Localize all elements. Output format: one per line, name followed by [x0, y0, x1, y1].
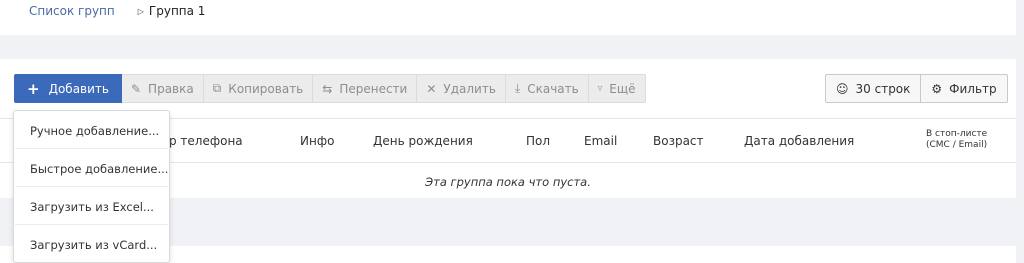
move-button[interactable]: ⇆ Перенести: [313, 74, 418, 103]
delete-button-label: Удалить: [443, 81, 496, 96]
rows-per-page-button[interactable]: ☺ 30 строк: [825, 74, 922, 103]
delete-button[interactable]: ✕ Удалить: [417, 74, 506, 103]
rows-per-page-label: 30 строк: [855, 81, 911, 96]
column-header-info[interactable]: Инфо: [300, 134, 334, 148]
close-icon: ✕: [426, 81, 437, 96]
copy-button[interactable]: ⧉ Копировать: [203, 74, 314, 103]
breadcrumb-current-group: Группа 1: [148, 4, 206, 18]
edit-button[interactable]: ✎ Правка: [121, 74, 204, 103]
pencil-icon: ✎: [130, 81, 142, 96]
toolbar: + Добавить ✎ Правка ⧉ Копировать ⇆ Перен…: [14, 74, 646, 103]
filter-button[interactable]: ⚙ Фильтр: [921, 74, 1008, 103]
add-dropdown-menu: Ручное добавление... Быстрое добавление.…: [13, 110, 170, 263]
menu-divider: [15, 186, 168, 187]
column-header-birthday[interactable]: День рождения: [373, 134, 473, 148]
user-icon: ☺: [836, 81, 849, 96]
edit-button-label: Правка: [148, 81, 194, 96]
gear-icon: ⚙: [931, 81, 943, 96]
add-button[interactable]: + Добавить: [14, 74, 122, 103]
menu-item-import-vcard[interactable]: Загрузить из vCard...: [30, 238, 157, 252]
filter-button-label: Фильтр: [949, 81, 997, 96]
add-button-label: Добавить: [48, 81, 109, 96]
plus-icon: +: [27, 79, 40, 98]
column-header-stoplist[interactable]: В стоп-листе (СМС / Email): [926, 129, 987, 151]
column-header-date-added[interactable]: Дата добавления: [744, 134, 854, 148]
download-icon: ⤓: [514, 81, 521, 95]
swap-arrows-icon: ⇆: [322, 81, 333, 96]
column-header-email[interactable]: Email: [584, 134, 617, 148]
copy-button-label: Копировать: [228, 81, 304, 96]
chevron-down-icon: ▿: [597, 83, 603, 94]
menu-divider: [15, 148, 168, 149]
stoplist-header-line2: (СМС / Email): [926, 140, 988, 150]
download-button-label: Скачать: [527, 81, 579, 96]
menu-item-quick-add[interactable]: Быстрое добавление...: [30, 162, 168, 176]
copy-icon: ⧉: [212, 81, 222, 95]
move-button-label: Перенести: [339, 81, 408, 96]
right-tools: ☺ 30 строк ⚙ Фильтр: [825, 74, 1008, 103]
breadcrumb-group-list-link[interactable]: Список групп: [29, 4, 115, 18]
column-header-age[interactable]: Возраст: [653, 134, 704, 148]
column-header-phone[interactable]: р телефона: [169, 134, 243, 148]
caret-right-icon: ▷: [137, 6, 144, 16]
breadcrumb: Список групп ▷ Группа 1: [29, 4, 205, 18]
breadcrumb-panel: Список групп ▷ Группа 1: [0, 0, 1016, 35]
more-button[interactable]: ▿ Ещё: [588, 74, 646, 103]
column-header-gender[interactable]: Пол: [526, 134, 550, 148]
stoplist-header-line1: В стоп-листе: [926, 129, 988, 139]
more-button-label: Ещё: [609, 81, 636, 96]
menu-item-import-excel[interactable]: Загрузить из Excel...: [30, 200, 154, 214]
menu-divider: [15, 224, 168, 225]
download-button[interactable]: ⤓ Скачать: [505, 74, 589, 103]
menu-item-manual-add[interactable]: Ручное добавление...: [30, 124, 159, 138]
